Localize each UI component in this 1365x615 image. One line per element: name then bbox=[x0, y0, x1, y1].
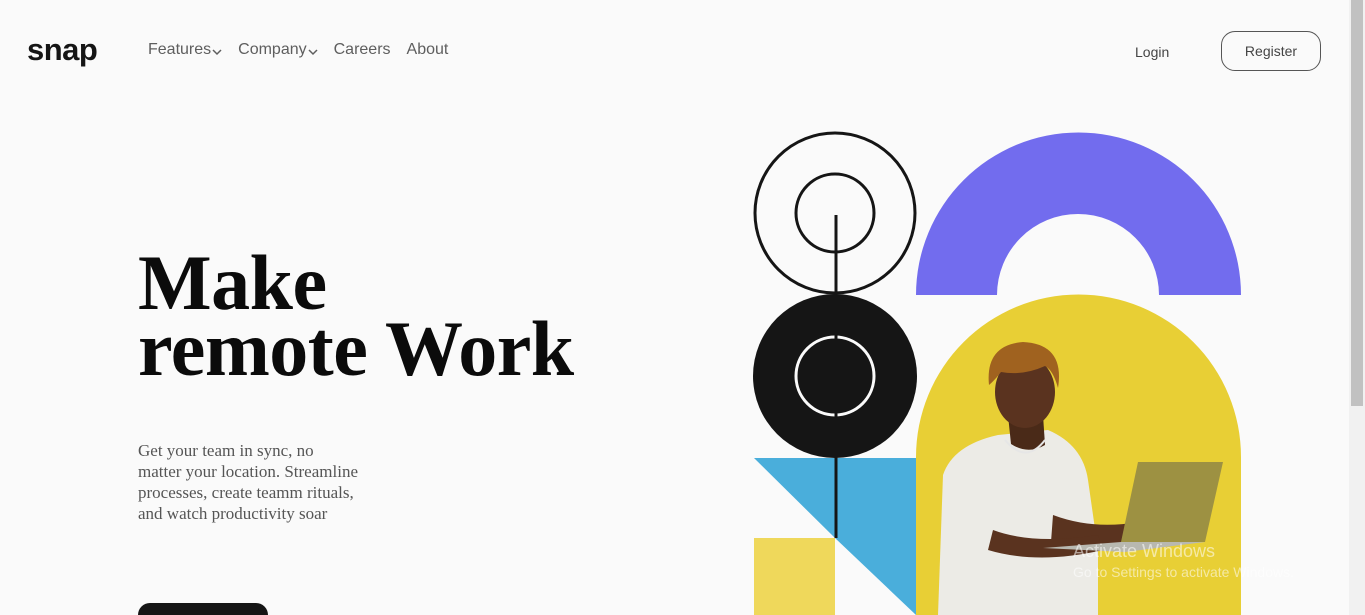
learn-more-button[interactable] bbox=[138, 603, 268, 615]
blue-triangle-left-shape bbox=[754, 458, 835, 538]
nav-item-label: Careers bbox=[333, 41, 391, 58]
scrollbar-thumb[interactable] bbox=[1351, 0, 1363, 406]
vertical-scrollbar[interactable] bbox=[1349, 0, 1365, 615]
blue-triangle-right-shape bbox=[835, 458, 916, 615]
yellow-square-shape bbox=[754, 538, 835, 615]
login-link[interactable]: Login bbox=[1135, 43, 1169, 61]
nav-item-company[interactable]: Company bbox=[238, 40, 318, 60]
headline-line-2: remote Work bbox=[138, 305, 574, 392]
nav-item-about[interactable]: About bbox=[407, 40, 449, 60]
nav-item-features[interactable]: Features bbox=[148, 40, 222, 60]
chevron-down-icon bbox=[308, 48, 318, 55]
chevron-down-icon bbox=[212, 48, 222, 55]
register-button[interactable]: Register bbox=[1221, 31, 1321, 71]
hero-headline: Make remote Work bbox=[138, 244, 574, 392]
purple-arch-shape bbox=[916, 132, 1241, 295]
hero-subtext: Get your team in sync, no matter your lo… bbox=[138, 441, 358, 523]
nav-item-label: Features bbox=[148, 41, 212, 58]
main-nav: Features Company Careers About bbox=[148, 40, 448, 60]
landing-page: snap Features Company Careers About Logi… bbox=[0, 0, 1349, 615]
snap-logo[interactable]: snap bbox=[27, 30, 98, 70]
nav-item-label: Company bbox=[238, 41, 307, 58]
nav-item-label: About bbox=[406, 41, 449, 58]
nav-item-careers[interactable]: Careers bbox=[334, 40, 391, 60]
hero-illustration bbox=[753, 131, 1241, 615]
